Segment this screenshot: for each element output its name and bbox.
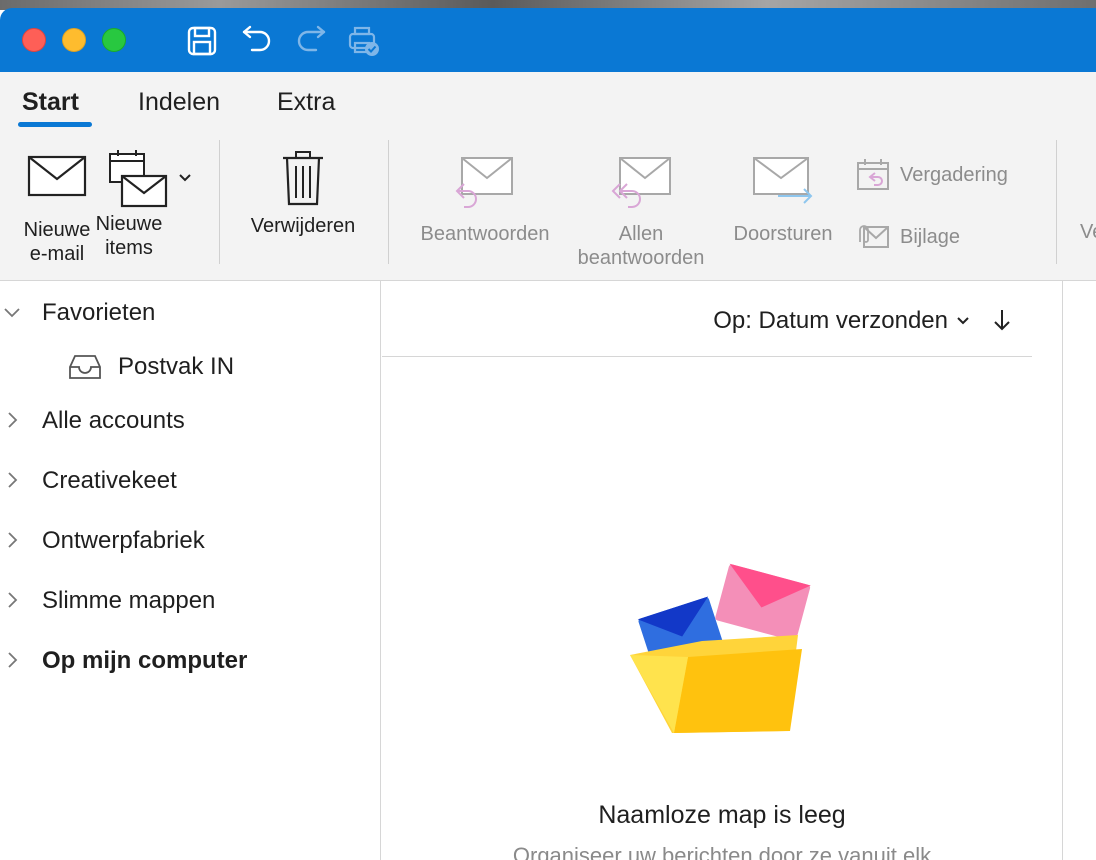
cut-off-ribbon-label: Ve: [1080, 221, 1096, 243]
empty-folder-subtitle: Organiseer uw berichten door ze vanuit e…: [512, 843, 932, 860]
inbox-icon: [69, 355, 101, 379]
sidebar-item-label: Ontwerpfabriek: [42, 527, 205, 554]
tab-start[interactable]: Start: [22, 88, 79, 117]
forward-button[interactable]: Doorsturen: [724, 156, 842, 246]
new-items-icon: [109, 150, 191, 208]
title-bar: [0, 8, 1096, 72]
sidebar-item-label: Op mijn computer: [42, 647, 248, 674]
cut-off-ribbon-button[interactable]: Ve: [1080, 220, 1096, 244]
ribbon: Start Indelen Extra Nieuwe e-mail Nieuwe…: [0, 72, 1096, 281]
reply-icon: [455, 157, 513, 208]
empty-folder-illustration: [630, 563, 811, 733]
attachment-label: Bijlage: [900, 225, 961, 248]
chevron-down-icon: [957, 317, 969, 325]
sidebar-item-smart-folders[interactable]: Slimme mappen: [0, 583, 381, 619]
chevron-right-icon[interactable]: [2, 470, 22, 490]
undo-icon[interactable]: [240, 23, 276, 59]
sidebar-item-label: Postvak IN: [118, 353, 235, 380]
tab-extra[interactable]: Extra: [277, 88, 335, 117]
save-icon[interactable]: [184, 23, 220, 59]
sidebar-item-favorites[interactable]: Favorieten: [0, 295, 381, 331]
empty-folder-title: Naamloze map is leeg: [598, 801, 846, 829]
delete-label: Verwijderen: [250, 215, 356, 237]
trash-icon: [283, 151, 323, 206]
minimize-window-button[interactable]: [62, 28, 86, 52]
sidebar-item-creativekeet[interactable]: Creativekeet: [0, 463, 381, 499]
reply-label: Beantwoorden: [420, 223, 550, 245]
chevron-right-icon[interactable]: [2, 410, 22, 430]
redo-icon: [292, 23, 328, 59]
print-icon: [346, 23, 382, 59]
chevron-right-icon[interactable]: [2, 650, 22, 670]
sort-direction-arrow-icon[interactable]: [990, 307, 1014, 333]
sidebar-item-label: Favorieten: [42, 299, 156, 326]
chevron-down-icon[interactable]: [2, 302, 22, 322]
forward-label: Doorsturen: [733, 223, 833, 245]
sidebar-item-on-my-computer[interactable]: Op mijn computer: [0, 643, 381, 679]
sidebar-item-all-accounts[interactable]: Alle accounts: [0, 403, 381, 439]
attachment-icon: [859, 225, 889, 248]
meeting-label: Vergadering: [900, 163, 1008, 186]
attachment-button[interactable]: Bijlage: [856, 222, 960, 252]
reply-all-button[interactable]: Allen beantwoorden: [566, 156, 716, 270]
sort-dropdown[interactable]: Op: Datum verzonden: [713, 307, 970, 335]
chevron-right-icon[interactable]: [2, 590, 22, 610]
reading-pane: [1062, 281, 1096, 860]
sidebar-item-label: Creativekeet: [42, 467, 177, 494]
meeting-button[interactable]: Vergadering: [856, 158, 1008, 192]
ribbon-separator: [388, 140, 389, 264]
sort-bar: Op: Datum verzonden: [382, 281, 1032, 357]
envelope-icon: [27, 155, 87, 197]
calendar-icon: [857, 159, 889, 190]
sidebar-item-inbox[interactable]: Postvak IN: [0, 349, 381, 385]
sidebar-item-label: Alle accounts: [42, 407, 185, 434]
zoom-window-button[interactable]: [102, 28, 126, 52]
reply-all-label-2: beantwoorden: [577, 247, 705, 269]
reply-all-label-1: Allen: [618, 223, 664, 245]
tab-indelen[interactable]: Indelen: [138, 88, 220, 117]
reply-button[interactable]: Beantwoorden: [410, 156, 560, 246]
forward-icon: [753, 157, 813, 204]
new-items-label-1: Nieuwe: [95, 213, 163, 235]
new-items-button[interactable]: Nieuwe items: [96, 150, 196, 260]
folder-sidebar: Favorieten Postvak IN Alle accounts Crea…: [0, 281, 381, 860]
reply-all-icon: [611, 157, 671, 208]
sort-label: Op: Datum verzonden: [713, 307, 948, 334]
new-items-label-2: items: [105, 237, 153, 259]
close-window-button[interactable]: [22, 28, 46, 52]
chevron-right-icon[interactable]: [2, 530, 22, 550]
sidebar-item-ontwerpfabriek[interactable]: Ontwerpfabriek: [0, 523, 381, 559]
active-tab-indicator: [18, 122, 92, 127]
sidebar-item-label: Slimme mappen: [42, 587, 216, 614]
delete-button[interactable]: Verwijderen: [240, 150, 366, 238]
ribbon-separator: [1056, 140, 1057, 264]
message-list-pane: Op: Datum verzonden Naamloze map is leeg…: [382, 281, 1062, 860]
ribbon-separator: [219, 140, 220, 264]
